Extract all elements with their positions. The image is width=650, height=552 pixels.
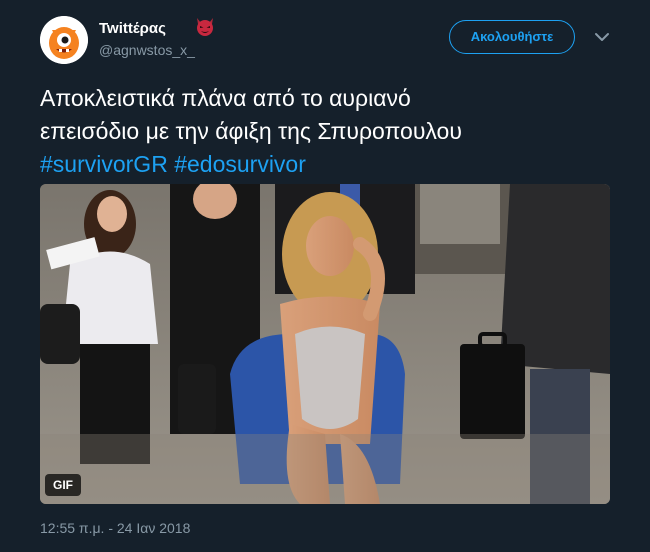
tweet-text-line: Αποκλειστικά πλάνα από το αυριανό <box>40 85 411 111</box>
user-handle[interactable]: @agnwstos_x_ <box>99 42 195 58</box>
hashtag-link[interactable]: #survivorGR <box>40 151 168 177</box>
gif-media[interactable] <box>40 184 610 504</box>
hashtag-link[interactable]: #edosurvivor <box>174 151 306 177</box>
orange-monster-avatar-icon <box>40 16 88 64</box>
gif-frame-image <box>40 184 610 504</box>
chevron-down-icon[interactable] <box>594 30 610 44</box>
follow-button[interactable]: Ακολουθήστε <box>449 20 575 54</box>
tweet-text: Αποκλειστικά πλάνα από το αυριανό επεισό… <box>40 82 620 181</box>
tweet-text-line: επεισόδιο με την άφιξη της Σπυροπουλου <box>40 118 462 144</box>
gif-badge: GIF <box>45 474 81 496</box>
display-name[interactable]: Twittέρας <box>99 20 166 37</box>
avatar[interactable] <box>40 16 88 64</box>
tweet-card: Twittέρας @agnwstos_x_ Ακολουθήστε Αποκλ… <box>0 0 650 552</box>
hashtag-line: #survivorGR #edosurvivor <box>40 148 620 181</box>
timestamp[interactable]: 12:55 π.μ. - 24 Ιαν 2018 <box>40 520 190 536</box>
devil-emoji-icon <box>197 18 213 36</box>
